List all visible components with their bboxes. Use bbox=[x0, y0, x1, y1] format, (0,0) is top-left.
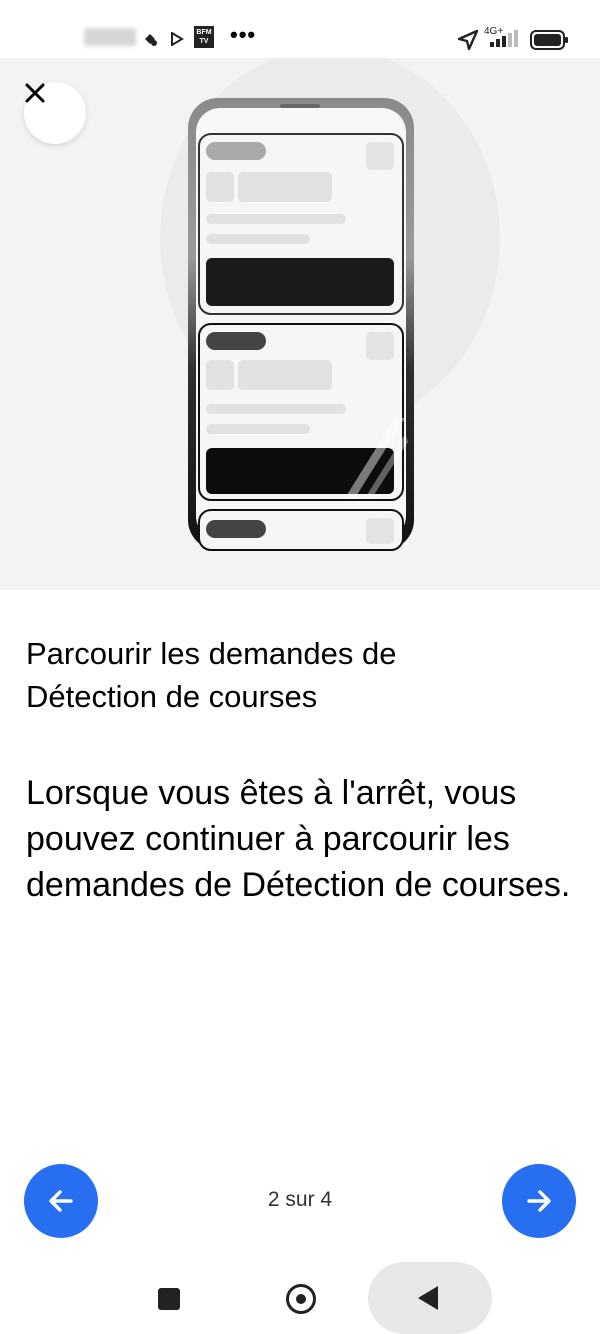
hero-illustration bbox=[0, 58, 600, 590]
phone-illustration bbox=[160, 58, 500, 551]
next-button[interactable] bbox=[502, 1164, 576, 1238]
play-store-icon bbox=[171, 32, 184, 46]
bfm-tv-icon: BFM TV bbox=[194, 26, 214, 48]
notification-icon bbox=[145, 34, 157, 46]
close-icon bbox=[25, 83, 45, 103]
page-title: Parcourir les demandes de Détection de c… bbox=[26, 636, 397, 714]
home-icon bbox=[296, 1294, 306, 1304]
system-navigation-bar bbox=[0, 1262, 600, 1334]
home-button[interactable] bbox=[286, 1284, 316, 1314]
arrow-right-icon bbox=[527, 1190, 551, 1212]
previous-button[interactable] bbox=[24, 1164, 98, 1238]
page-indicator: 2 sur 4 bbox=[267, 1188, 333, 1211]
back-icon bbox=[418, 1286, 438, 1310]
recents-button[interactable] bbox=[158, 1288, 180, 1310]
back-button[interactable] bbox=[368, 1262, 492, 1334]
arrow-left-icon bbox=[49, 1190, 73, 1212]
more-notifications-icon: ••• bbox=[230, 22, 257, 47]
close-button[interactable] bbox=[24, 82, 86, 144]
location-arrow-icon bbox=[457, 29, 479, 51]
signal-icon bbox=[490, 30, 518, 47]
status-time-redacted bbox=[84, 28, 136, 46]
battery-icon bbox=[530, 30, 568, 50]
description-text: Lorsque vous êtes à l'arrêt, vous pouvez… bbox=[26, 774, 571, 904]
status-bar: BFM TV ••• 4G+ bbox=[0, 0, 600, 58]
